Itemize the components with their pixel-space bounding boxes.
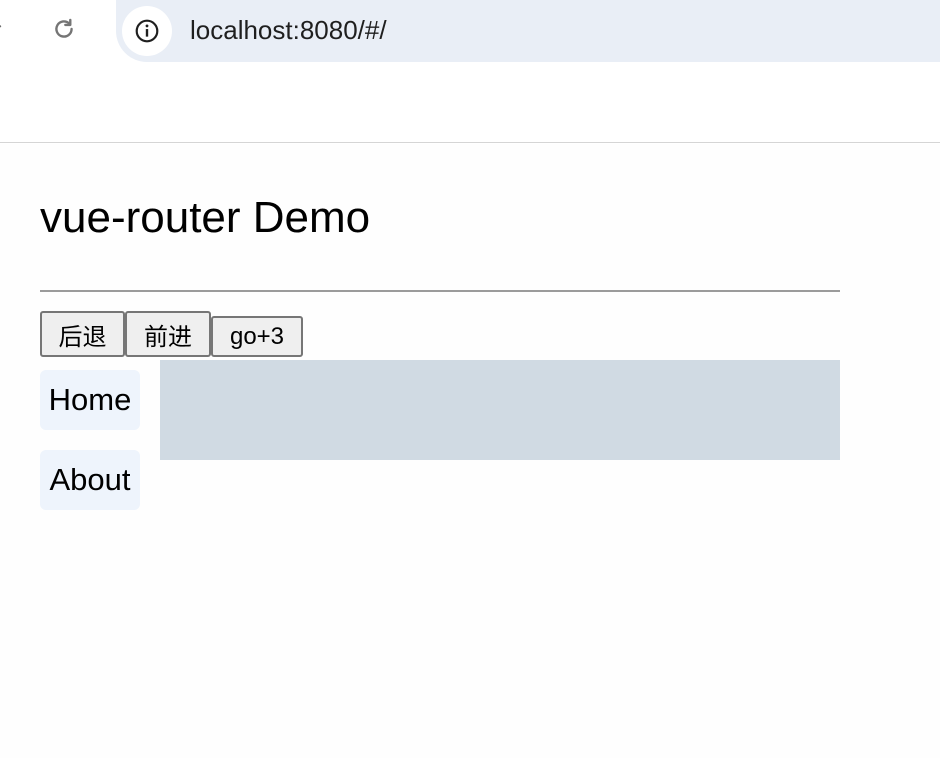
page-content: vue-router Demo 后退 前进 go+3 Home About	[0, 144, 940, 758]
back-arrow-icon[interactable]: ›	[0, 16, 6, 36]
url-text[interactable]: localhost:8080/#/	[190, 10, 387, 50]
reload-button[interactable]	[46, 11, 82, 47]
go-plus-3-button[interactable]: go+3	[211, 316, 303, 357]
about-link[interactable]: About	[40, 450, 140, 510]
forward-button[interactable]: 前进	[125, 311, 211, 357]
back-button[interactable]: 后退	[40, 311, 125, 357]
home-link[interactable]: Home	[40, 370, 140, 430]
info-icon	[135, 19, 159, 43]
site-info-button[interactable]	[122, 6, 172, 56]
browser-toolbar: › localhost:8080/#/	[0, 0, 940, 143]
reload-icon	[55, 18, 73, 38]
divider	[40, 290, 840, 292]
page-title: vue-router Demo	[40, 193, 371, 242]
router-view	[160, 360, 840, 460]
